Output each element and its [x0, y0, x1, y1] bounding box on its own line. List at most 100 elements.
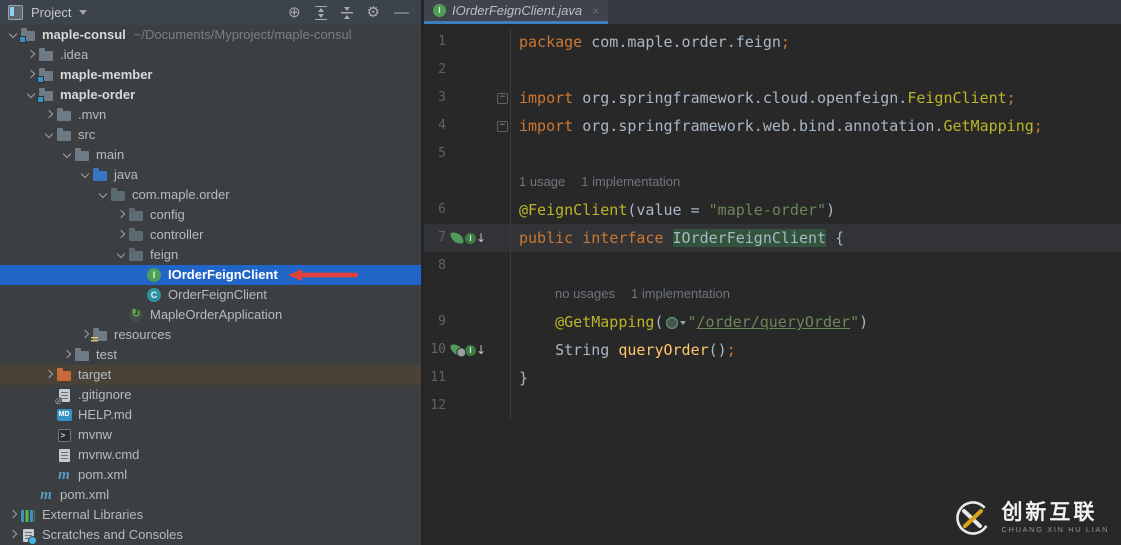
chevron-open-icon[interactable] — [60, 148, 74, 162]
implemented-marker-icon[interactable]: I ↓ — [465, 344, 486, 356]
fold-marker-icon[interactable]: − — [497, 120, 508, 132]
code-line-10[interactable]: 10 I ↓ String queryOrder(); — [424, 336, 1121, 364]
chevron-open-icon[interactable] — [6, 28, 20, 42]
spring-mapping-icon[interactable] — [450, 343, 464, 357]
tree-item-help-md[interactable]: MD HELP.md — [0, 405, 421, 425]
folder-icon — [38, 47, 54, 63]
tree-item-idea[interactable]: .idea — [0, 45, 421, 65]
tree-item-iorderfeignclient[interactable]: I IOrderFeignClient — [0, 265, 421, 285]
tree-item-mvnw-cmd[interactable]: mvnw.cmd — [0, 445, 421, 465]
code-line-2[interactable]: 2 — [424, 56, 1121, 84]
code-line-hint[interactable]: no usages 1 implementation — [424, 280, 1121, 308]
chevron-open-icon[interactable] — [96, 188, 110, 202]
chevron-closed-icon[interactable] — [60, 348, 74, 362]
tree-item-orderfeignclient[interactable]: C OrderFeignClient — [0, 285, 421, 305]
tree-item-main[interactable]: main — [0, 145, 421, 165]
tree-item-maple-member[interactable]: maple-member — [0, 65, 421, 85]
line-number[interactable]: 10 — [424, 336, 446, 364]
chevron-open-icon[interactable] — [42, 128, 56, 142]
spring-boot-icon: ↻ — [128, 307, 144, 323]
line-number[interactable]: 6 — [424, 196, 446, 224]
chevron-closed-icon[interactable] — [78, 328, 92, 342]
tree-item-pom-xml[interactable]: m pom.xml — [0, 465, 421, 485]
chevron-closed-icon[interactable] — [6, 508, 20, 522]
code-token: /order/queryOrder — [696, 313, 851, 331]
tree-item-resources[interactable]: resources — [0, 325, 421, 345]
spring-bean-icon[interactable] — [450, 231, 464, 245]
code-line-7[interactable]: 7 I ↓ public interface IOrderFeignClient { — [424, 224, 1121, 252]
chevron-closed-icon[interactable] — [114, 208, 128, 222]
locate-icon[interactable]: ⊕ — [288, 5, 301, 20]
tree-item-src[interactable]: src — [0, 125, 421, 145]
line-number[interactable]: 8 — [424, 252, 446, 280]
chevron-down-icon[interactable] — [79, 10, 88, 15]
chevron-closed-icon[interactable] — [42, 108, 56, 122]
tree-item-label: IOrderFeignClient — [168, 267, 278, 282]
tree-item-gitignore[interactable]: .gitignore — [0, 385, 421, 406]
chevron-closed-icon[interactable] — [114, 228, 128, 242]
code-line-1[interactable]: 1 package com.maple.order.feign; — [424, 28, 1121, 56]
interface-icon: I — [433, 4, 446, 17]
code-line-12[interactable]: 12 — [424, 392, 1121, 420]
tab-iorderfeignclient[interactable]: I IOrderFeignClient.java × — [424, 0, 609, 24]
close-icon[interactable]: × — [592, 4, 599, 18]
code-line-4[interactable]: 4− import org.springframework.web.bind.an… — [424, 112, 1121, 140]
chevron-open-icon[interactable] — [114, 248, 128, 262]
usage-hint[interactable]: no usages 1 implementation — [555, 280, 730, 308]
code-line-hint[interactable]: 1 usage 1 implementation — [424, 168, 1121, 196]
tree-item-mapleorderapplication[interactable]: ↻ MapleOrderApplication — [0, 305, 421, 325]
chevron-closed-icon[interactable] — [42, 368, 56, 382]
tree-item-external-libraries[interactable]: External Libraries — [0, 505, 421, 525]
chevron-open-icon[interactable] — [24, 88, 38, 102]
cx-logo-icon — [956, 501, 991, 535]
tree-item-label: src — [78, 127, 96, 142]
tree-item-maple-consul[interactable]: maple-consul ~/Documents/Myproject/maple-… — [0, 25, 421, 45]
line-number[interactable]: 5 — [424, 140, 446, 168]
code-line-8[interactable]: 8 — [424, 252, 1121, 280]
fold-marker-icon[interactable]: − — [497, 92, 508, 104]
code-line-11[interactable]: 11} — [424, 364, 1121, 392]
tree-item-controller[interactable]: controller — [0, 225, 421, 245]
tree-item-mvnw[interactable]: > mvnw — [0, 425, 421, 445]
tree-item-test[interactable]: test — [0, 345, 421, 365]
panel-title[interactable]: Project — [31, 5, 71, 20]
code-line-6[interactable]: 6 @FeignClient(value = "maple-order") — [424, 196, 1121, 224]
line-number[interactable]: 12 — [424, 392, 446, 420]
tree-item-scratches-and-consoles[interactable]: Scratches and Consoles — [0, 525, 421, 545]
tree-item-label: mvnw.cmd — [78, 447, 140, 462]
code-line-5[interactable]: 5 — [424, 140, 1121, 168]
tree-item-config[interactable]: config — [0, 205, 421, 225]
hide-panel-icon[interactable]: — — [394, 5, 409, 20]
code-token: FeignClient — [907, 89, 1007, 107]
tree-item-maple-order[interactable]: maple-order — [0, 85, 421, 105]
tree-item-feign[interactable]: feign — [0, 245, 421, 265]
tree-item-pom-xml[interactable]: m pom.xml — [0, 485, 421, 505]
tree-item-com-maple-order[interactable]: com.maple.order — [0, 185, 421, 205]
collapse-all-icon[interactable] — [340, 6, 353, 19]
chevron-open-icon[interactable] — [78, 168, 92, 182]
chevron-closed-icon[interactable] — [24, 48, 38, 62]
line-number[interactable]: 9 — [424, 308, 446, 336]
code-line-3[interactable]: 3− import org.springframework.cloud.openf… — [424, 84, 1121, 112]
code-token: IOrderFeignClient — [672, 229, 827, 247]
expand-all-icon[interactable] — [314, 5, 327, 20]
line-number[interactable]: 11 — [424, 364, 446, 392]
gear-icon[interactable]: ⚙ — [367, 5, 380, 20]
implemented-marker-icon[interactable]: I ↓ — [465, 232, 486, 244]
chevron-closed-icon[interactable] — [24, 68, 38, 82]
line-number[interactable]: 4 — [424, 112, 446, 140]
code-line-9[interactable]: 9 @GetMapping("/order/queryOrder") — [424, 308, 1121, 336]
line-number[interactable]: 2 — [424, 56, 446, 84]
tree-item-mvn[interactable]: .mvn — [0, 105, 421, 125]
file-console-icon: > — [56, 427, 72, 443]
line-number[interactable]: 7 — [424, 224, 446, 252]
line-number[interactable]: 1 — [424, 28, 446, 56]
chevron-closed-icon[interactable] — [6, 528, 20, 542]
code-area[interactable]: 1 package com.maple.order.feign; 2 3− import… — [424, 24, 1121, 420]
line-number[interactable]: 3 — [424, 84, 446, 112]
usage-hint[interactable]: 1 usage 1 implementation — [519, 168, 680, 196]
tree-item-java[interactable]: java — [0, 165, 421, 185]
url-inlay-icon[interactable] — [665, 316, 686, 329]
tree-item-target[interactable]: target — [0, 365, 421, 385]
